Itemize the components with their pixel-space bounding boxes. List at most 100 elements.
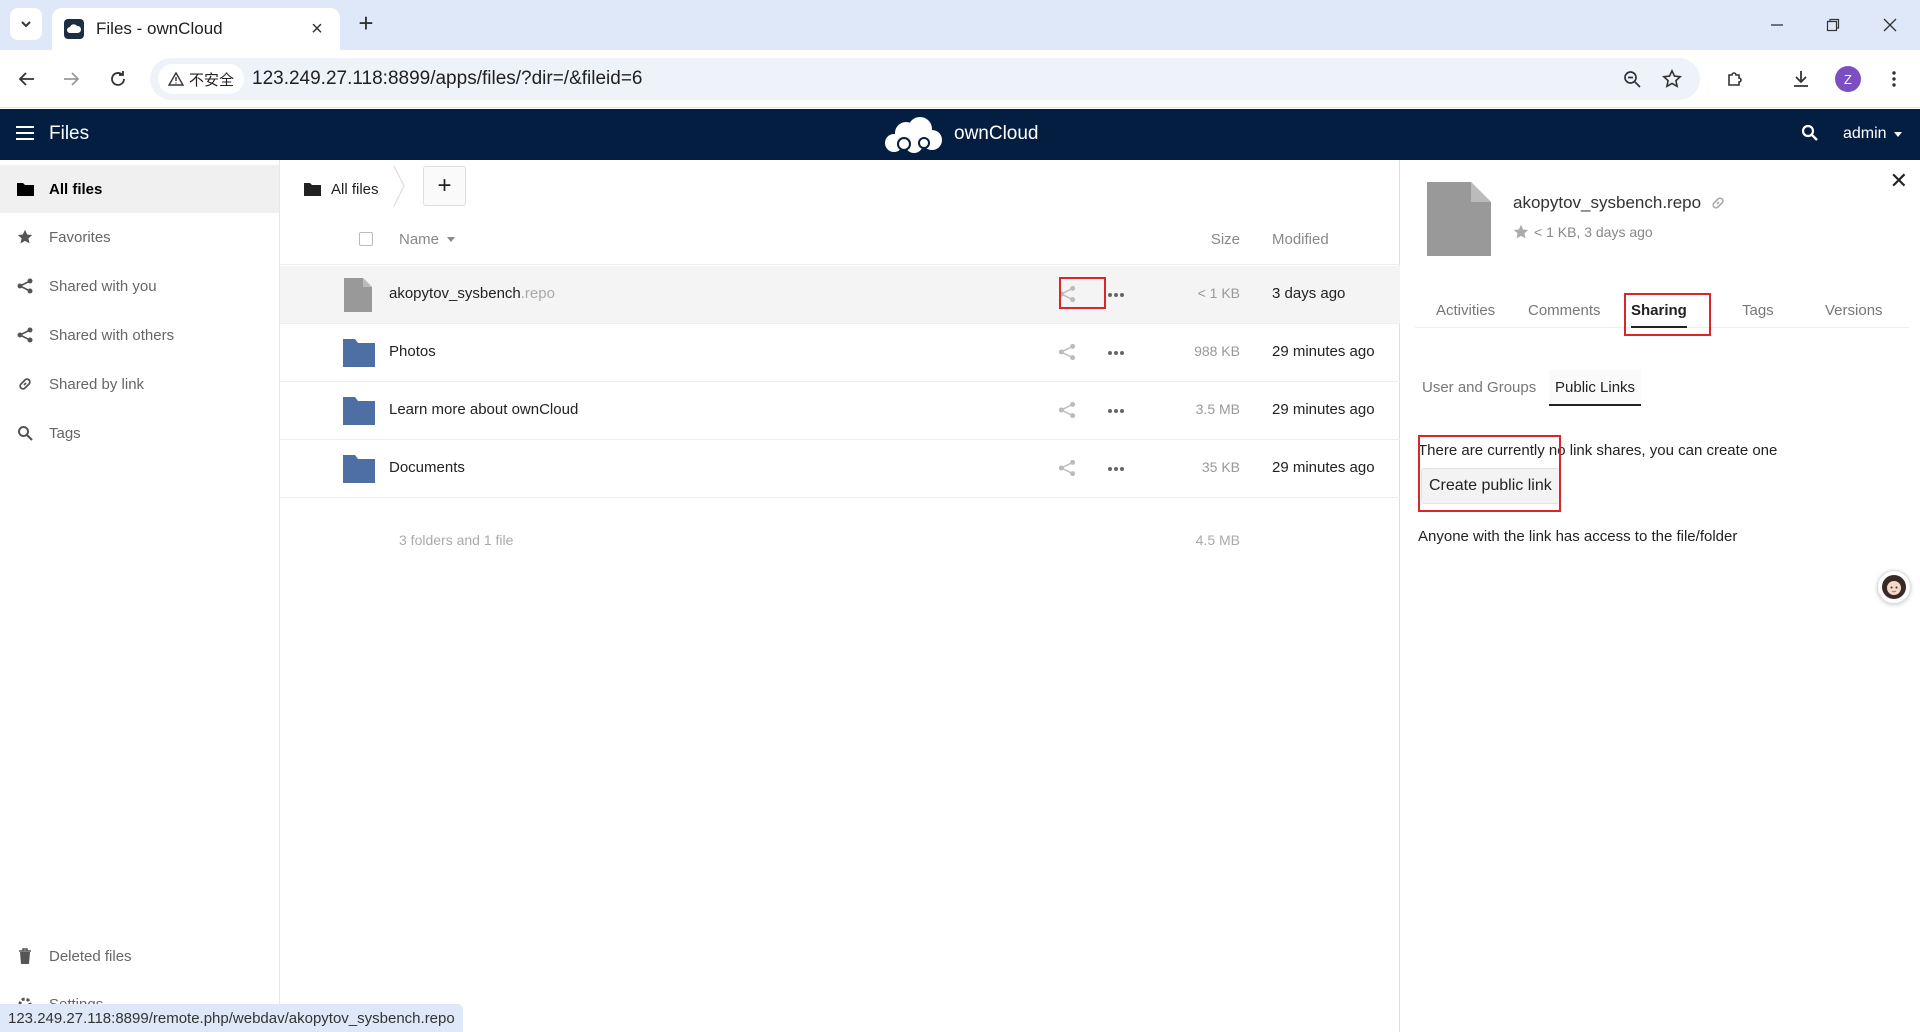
close-icon	[1883, 18, 1897, 32]
file-modified: 3 days ago	[1272, 285, 1346, 302]
tab-comments[interactable]: Comments	[1528, 302, 1601, 319]
star-icon[interactable]	[1513, 224, 1529, 240]
create-public-link-button[interactable]: Create public link	[1421, 468, 1560, 504]
tab-list-button[interactable]	[10, 8, 42, 40]
no-link-shares-text: There are currently no link shares, you …	[1418, 442, 1778, 459]
details-filename: akopytov_sysbench.repo	[1513, 193, 1726, 213]
owncloud-favicon-icon	[64, 19, 84, 39]
file-row[interactable]: akopytov_sysbench.repo < 1 KB 3 days ago	[280, 266, 1400, 324]
new-tab-button[interactable]: +	[352, 10, 380, 38]
column-header-size[interactable]: Size	[1211, 231, 1240, 248]
share-icon[interactable]	[1058, 459, 1076, 477]
tab-sharing[interactable]: Sharing	[1631, 302, 1687, 328]
forward-arrow-icon	[64, 72, 80, 86]
breadcrumb[interactable]: All files	[304, 174, 379, 204]
more-actions-icon[interactable]	[1108, 409, 1126, 413]
nav-item-shared-by-link[interactable]: Shared by link	[0, 360, 279, 408]
close-icon[interactable]: ✕	[1890, 168, 1908, 194]
nav-item-tags[interactable]: Tags	[0, 409, 279, 457]
browser-toolbar: 不安全 123.249.27.118:8899/apps/files/?dir=…	[0, 50, 1920, 108]
folder-icon	[343, 455, 375, 483]
hamburger-menu-icon[interactable]	[16, 126, 34, 144]
browser-tabbar: Files - ownCloud × +	[0, 0, 1920, 50]
file-name[interactable]: Documents	[389, 459, 465, 476]
restore-button[interactable]	[1818, 10, 1848, 40]
file-list-area: All files + Name Size Modified akopytov_…	[280, 160, 1400, 1032]
column-header-modified[interactable]: Modified	[1272, 231, 1329, 248]
column-name-label: Name	[399, 231, 440, 248]
owncloud-logo[interactable]: ownCloud	[880, 113, 1039, 155]
close-window-button[interactable]	[1875, 10, 1905, 40]
back-button[interactable]	[12, 64, 42, 94]
brand-name: ownCloud	[954, 123, 1039, 144]
browser-menu-icon[interactable]	[1879, 64, 1909, 94]
subtab-public-links[interactable]: Public Links	[1549, 370, 1642, 406]
more-actions-icon[interactable]	[1108, 293, 1126, 297]
bookmark-star-icon[interactable]	[1660, 67, 1684, 91]
omnibox[interactable]: 不安全 123.249.27.118:8899/apps/files/?dir=…	[150, 58, 1700, 100]
share-icon[interactable]	[1058, 343, 1076, 361]
search-icon[interactable]	[1801, 124, 1819, 147]
column-header-name[interactable]: Name	[399, 231, 456, 248]
new-button[interactable]: +	[423, 166, 466, 206]
app-header: Files ownCloud admin	[0, 109, 1920, 160]
assistant-avatar-icon[interactable]	[1877, 570, 1911, 604]
profile-avatar[interactable]: Z	[1835, 66, 1861, 92]
nav-label: Deleted files	[49, 947, 132, 965]
more-actions-icon[interactable]	[1108, 351, 1126, 355]
browser-tab[interactable]: Files - ownCloud ×	[52, 8, 340, 50]
download-icon[interactable]	[1786, 64, 1816, 94]
file-row[interactable]: Documents 35 KB 29 minutes ago	[280, 440, 1400, 498]
nav-item-all-files[interactable]: All files	[0, 165, 279, 213]
tab-close-icon[interactable]: ×	[306, 18, 328, 41]
breadcrumb-label: All files	[331, 180, 379, 198]
subtab-user-and-groups[interactable]: User and Groups	[1416, 370, 1542, 406]
nav-item-shared-with-others[interactable]: Shared with others	[0, 311, 279, 359]
star-icon	[16, 228, 34, 246]
minimize-button[interactable]	[1762, 10, 1792, 40]
file-name[interactable]: Photos	[389, 343, 436, 360]
reload-button[interactable]	[103, 64, 133, 94]
link-icon[interactable]	[1710, 195, 1726, 211]
link-icon	[16, 375, 34, 393]
nav-label: Favorites	[49, 228, 111, 246]
nav-item-shared-with-you[interactable]: Shared with you	[0, 262, 279, 310]
folder-icon	[343, 397, 375, 425]
tab-versions[interactable]: Versions	[1825, 302, 1883, 319]
share-icon[interactable]	[1058, 401, 1076, 419]
file-basename: akopytov_sysbench	[389, 285, 521, 302]
app-name[interactable]: Files	[49, 123, 89, 145]
user-name: admin	[1843, 125, 1887, 142]
file-row[interactable]: Learn more about ownCloud 3.5 MB 29 minu…	[280, 382, 1400, 440]
more-actions-icon[interactable]	[1108, 467, 1126, 471]
tab-activities[interactable]: Activities	[1436, 302, 1495, 319]
file-modified: 29 minutes ago	[1272, 401, 1375, 418]
file-row[interactable]: Photos 988 KB 29 minutes ago	[280, 324, 1400, 382]
folder-icon	[16, 180, 34, 198]
nav-item-favorites[interactable]: Favorites	[0, 213, 279, 261]
file-list-summary: 3 folders and 1 file 4.5 MB	[280, 520, 1400, 560]
forward-button[interactable]	[56, 64, 86, 94]
share-icon	[16, 277, 34, 295]
trash-icon	[16, 947, 34, 965]
user-menu[interactable]: admin	[1843, 125, 1902, 143]
file-size: 988 KB	[1194, 343, 1240, 359]
sort-caret-icon	[447, 237, 456, 242]
file-name[interactable]: Learn more about ownCloud	[389, 401, 578, 418]
chevron-down-icon	[21, 21, 31, 28]
share-icon[interactable]	[1058, 285, 1076, 303]
summary-size: 4.5 MB	[1195, 532, 1240, 548]
tab-tags[interactable]: Tags	[1742, 302, 1774, 319]
security-indicator[interactable]: 不安全	[158, 64, 245, 94]
details-meta-text: < 1 KB, 3 days ago	[1534, 224, 1653, 240]
url-text[interactable]: 123.249.27.118:8899/apps/files/?dir=/&fi…	[252, 68, 643, 90]
details-tabs: Activities Comments Sharing Tags Version…	[1415, 292, 1909, 328]
breadcrumb-separator-icon	[393, 166, 405, 206]
select-all-checkbox[interactable]	[359, 232, 373, 246]
file-name[interactable]: akopytov_sysbench.repo	[389, 285, 555, 302]
extensions-icon[interactable]	[1720, 64, 1750, 94]
nav-label: Tags	[49, 424, 81, 442]
zoom-icon[interactable]	[1620, 67, 1644, 91]
reload-icon	[111, 71, 125, 86]
nav-item-deleted-files[interactable]: Deleted files	[0, 932, 279, 980]
